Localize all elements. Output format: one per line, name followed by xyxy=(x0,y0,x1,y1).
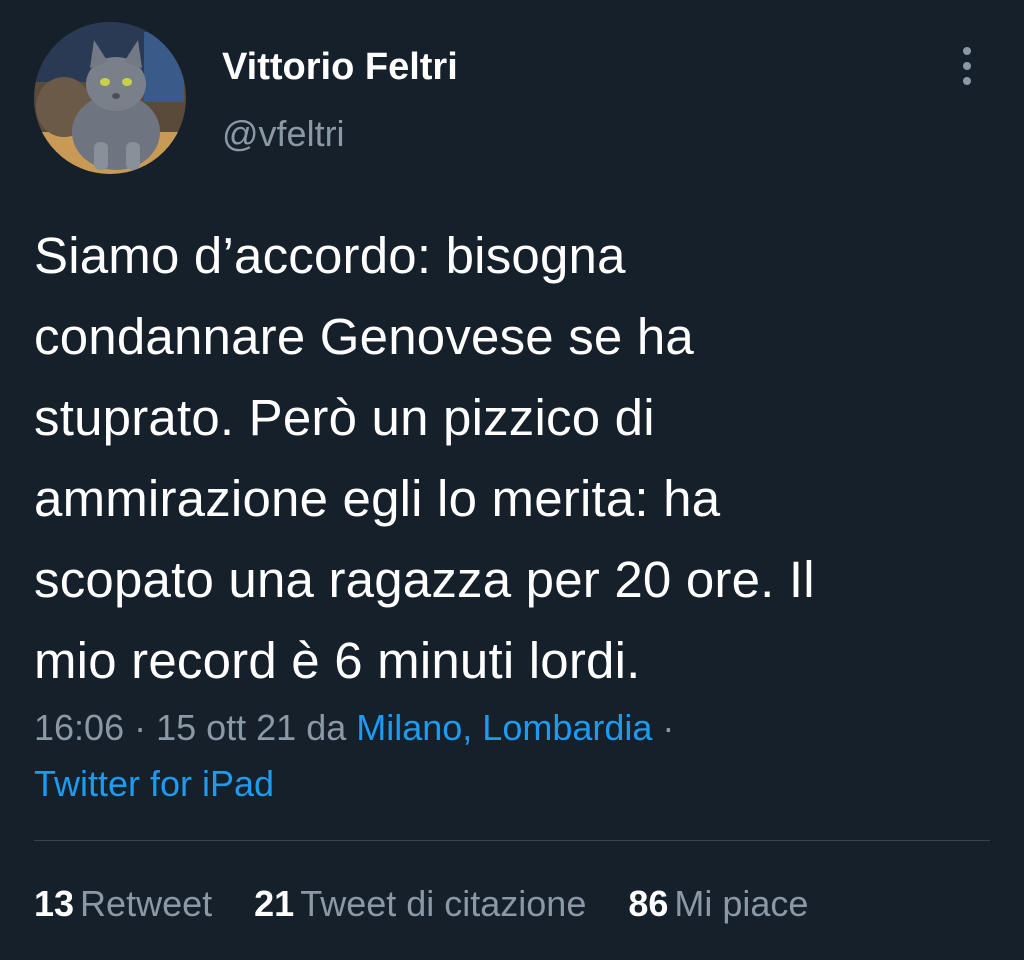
tweet-metadata: 16:06 · 15 ott 21 da Milano, Lombardia ·… xyxy=(34,700,994,812)
tweet-line: mio record è 6 minuti lordi. xyxy=(34,632,641,689)
more-options-button[interactable] xyxy=(950,44,984,88)
cat-avatar-icon xyxy=(34,22,186,174)
engagement-stats: 13 Retweet 21 Tweet di citazione 86 Mi piac… xyxy=(34,878,840,930)
quote-tweets-count: 21 xyxy=(254,883,295,924)
likes-stat[interactable]: 86 Mi piace xyxy=(628,878,808,930)
author-avatar[interactable] xyxy=(34,22,186,174)
tweet-line: condannare Genovese se ha xyxy=(34,308,694,365)
tweet-line: ammirazione egli lo merita: ha xyxy=(34,470,721,527)
retweets-stat[interactable]: 13 Retweet xyxy=(34,878,212,930)
timestamp[interactable]: 16:06 · 15 ott 21 da xyxy=(34,707,356,748)
meta-separator: · xyxy=(652,707,675,748)
retweets-label: Retweet xyxy=(80,883,213,924)
likes-count: 86 xyxy=(628,883,669,924)
tweet-line: Siamo d’accordo: bisogna xyxy=(34,227,626,284)
divider xyxy=(34,840,990,841)
quote-tweets-label: Tweet di citazione xyxy=(300,883,587,924)
tweet-line: stuprato. Però un pizzico di xyxy=(34,389,655,446)
tweet-line: scopato una ragazza per 20 ore. Il xyxy=(34,551,815,608)
location-link[interactable]: Milano, Lombardia xyxy=(356,707,652,748)
timestamp-row: 16:06 · 15 ott 21 da Milano, Lombardia · xyxy=(34,700,994,756)
more-vertical-icon xyxy=(963,47,971,85)
tweet-text: Siamo d’accordo: bisogna condannare Geno… xyxy=(34,215,1004,701)
author-name[interactable]: Vittorio Feltri xyxy=(222,44,458,90)
retweets-count: 13 xyxy=(34,883,75,924)
quote-tweets-stat[interactable]: 21 Tweet di citazione xyxy=(254,878,586,930)
author-handle[interactable]: @vfeltri xyxy=(222,112,345,156)
likes-label: Mi piace xyxy=(674,883,809,924)
source-link[interactable]: Twitter for iPad xyxy=(34,756,994,812)
